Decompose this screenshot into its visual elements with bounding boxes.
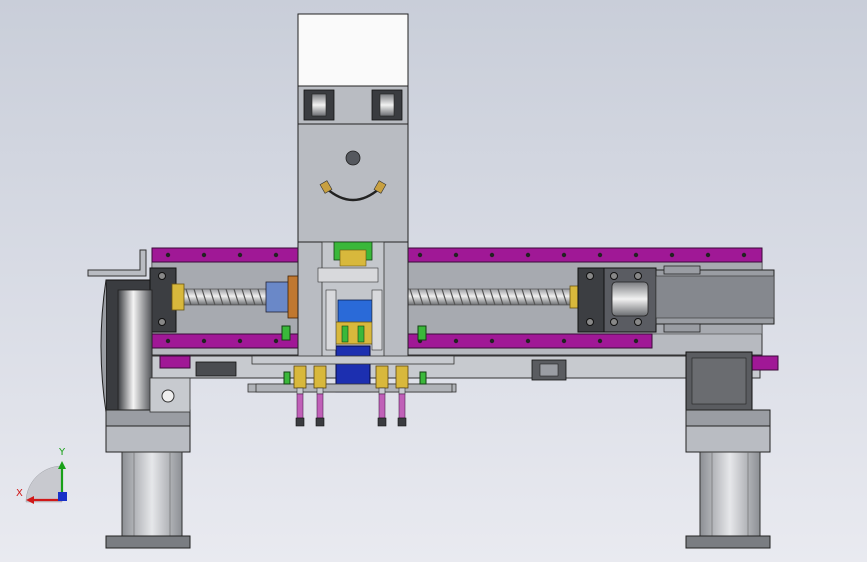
rail-bolt (237, 252, 243, 258)
rail-bolt (633, 338, 639, 344)
rail-bolt (525, 252, 531, 258)
machine-drawing: X Y (16, 13, 779, 549)
rail-bolt (597, 252, 603, 258)
suction-nozzle (313, 365, 327, 427)
rail-bolt (633, 252, 639, 258)
right-support-leg (685, 351, 771, 549)
suction-nozzle (395, 365, 409, 427)
upper-purple-rail (151, 247, 763, 263)
rail-bolt (561, 338, 567, 344)
rail-bolt (561, 252, 567, 258)
x-axis-motor (655, 265, 775, 333)
rail-bolt (489, 338, 495, 344)
rail-bolt (669, 252, 675, 258)
rail-bolt (453, 252, 459, 258)
coordinate-triad: X Y (16, 447, 67, 504)
rail-bolt (273, 338, 279, 344)
rail-bolt (489, 252, 495, 258)
rail-bolt (525, 338, 531, 344)
rail-bolt (417, 252, 423, 258)
axis-y-label: Y (58, 447, 66, 458)
rail-bolt (597, 338, 603, 344)
rail-bolt (165, 252, 171, 258)
z-axis-carriage (297, 123, 409, 393)
suction-nozzle (293, 365, 307, 427)
rail-bolt (741, 252, 747, 258)
top-left-bracket (87, 249, 147, 277)
rail-bolt (237, 338, 243, 344)
rail-bolt (165, 338, 171, 344)
cad-viewport[interactable]: X Y (0, 0, 867, 562)
rail-bolt (201, 338, 207, 344)
z-axis-motor (297, 13, 409, 125)
right-bearing-block (569, 267, 657, 333)
suction-nozzle (375, 365, 389, 427)
screw-nut (265, 275, 303, 319)
rail-bolt (273, 252, 279, 258)
rail-bolt (201, 252, 207, 258)
axis-x-label: X (16, 488, 23, 499)
rail-bolt (453, 338, 459, 344)
rail-bolt (705, 252, 711, 258)
left-pulley-housing (100, 279, 153, 413)
lower-guide-plate (151, 355, 761, 393)
